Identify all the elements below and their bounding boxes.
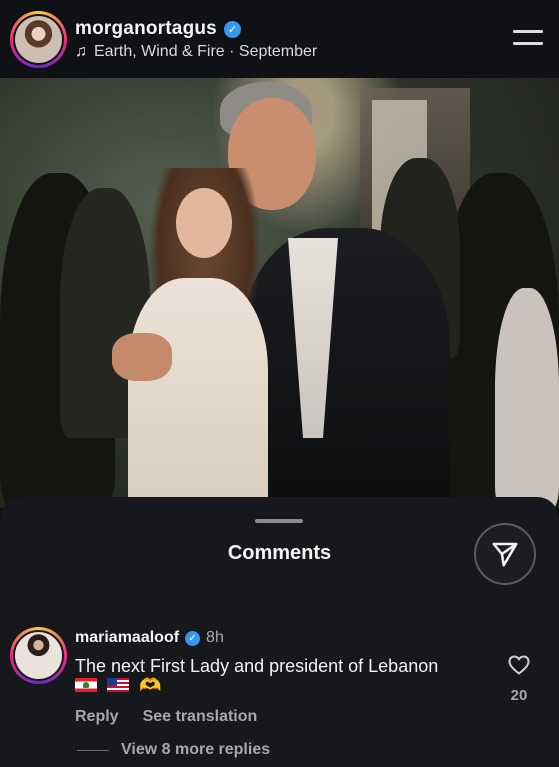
usa-flag-icon [107, 678, 129, 692]
music-note-icon: ♫ [75, 43, 87, 60]
verified-badge-icon: ✓ [185, 630, 201, 646]
see-translation-button[interactable]: See translation [143, 708, 258, 726]
post-header: morganortagus ✓ ♫ Earth, Wind & Fire · S… [0, 0, 559, 78]
send-icon [492, 542, 518, 567]
commenter-avatar[interactable] [10, 627, 67, 684]
menu-icon[interactable] [513, 28, 543, 48]
comment-text: The next First Lady and president of Leb… [75, 656, 439, 676]
reply-button[interactable]: Reply [75, 708, 119, 726]
comment-emojis: 🫶 [75, 675, 162, 695]
share-button[interactable] [474, 523, 536, 585]
verified-badge-icon: ✓ [223, 20, 241, 38]
commenter-username[interactable]: mariamaaloof [75, 629, 179, 647]
comment-header: mariamaaloof ✓ 8h [75, 629, 224, 647]
post-author-avatar[interactable] [10, 11, 67, 68]
post-music-row[interactable]: ♫ Earth, Wind & Fire · September [75, 43, 317, 61]
heart-icon [508, 655, 530, 675]
like-count: 20 [510, 687, 528, 704]
post-author-username[interactable]: morganortagus [75, 18, 217, 40]
post-photo[interactable] [0, 78, 559, 508]
view-more-replies-label[interactable]: View 8 more replies [121, 741, 270, 759]
replies-divider [77, 749, 109, 751]
comment-actions: Reply See translation [75, 708, 257, 726]
like-button[interactable] [507, 653, 531, 677]
instagram-post-screen: morganortagus ✓ ♫ Earth, Wind & Fire · S… [0, 0, 559, 767]
heart-hands-icon: 🫶 [139, 675, 162, 695]
post-author-row: morganortagus ✓ [75, 18, 241, 40]
comments-sheet: Comments mariamaaloof ✓ 8h The next Firs… [0, 497, 559, 767]
comment-timestamp: 8h [206, 629, 224, 646]
post-music-label: Earth, Wind & Fire · September [94, 43, 318, 60]
view-more-replies[interactable]: View 8 more replies [77, 741, 270, 759]
lebanon-flag-icon [75, 678, 97, 692]
drag-handle[interactable] [255, 519, 303, 523]
